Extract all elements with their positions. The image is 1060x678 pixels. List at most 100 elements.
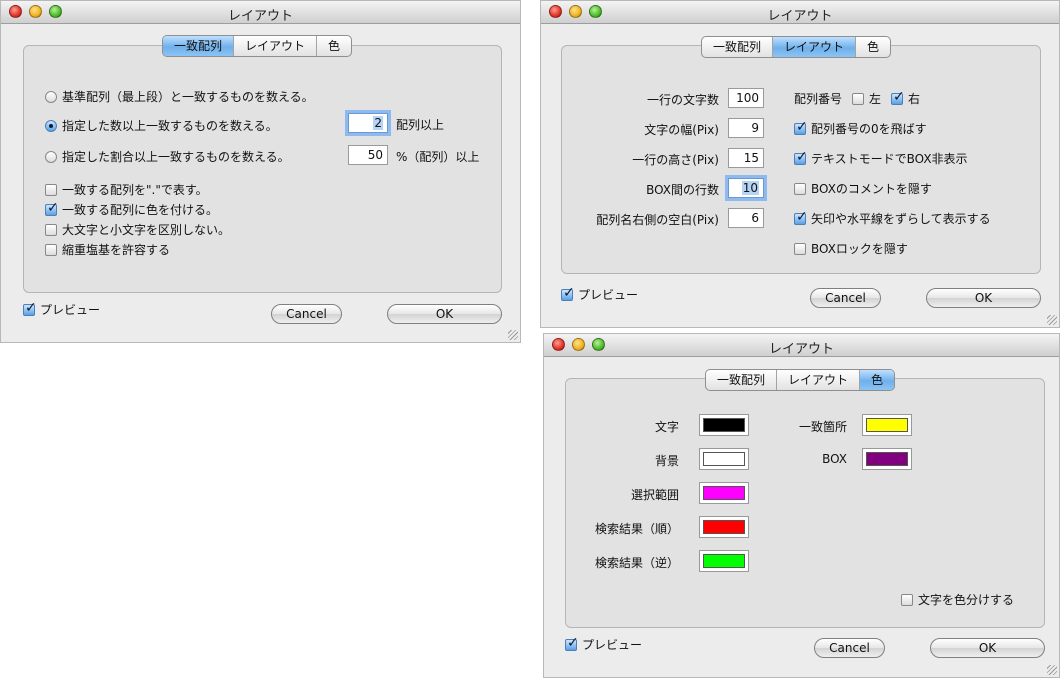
checkbox[interactable]: [794, 209, 808, 225]
checkbox-label: 大文字と小文字を区別しない。: [62, 223, 231, 237]
checkbox-hide-box-comment[interactable]: BOXのコメントを隠す: [794, 180, 932, 197]
line-height-field[interactable]: 15: [728, 148, 764, 168]
cancel-button[interactable]: Cancel: [814, 638, 885, 658]
checkbox[interactable]: [794, 182, 806, 195]
checkbox-label: テキストモードでBOX非表示: [811, 152, 968, 166]
checkbox-offset-arrows[interactable]: 矢印や水平線をずらして表示する: [794, 209, 991, 227]
box-color-label: BOX: [822, 452, 847, 466]
title-bar[interactable]: レイアウト: [541, 1, 1059, 24]
ok-button[interactable]: OK: [387, 304, 502, 324]
checkbox[interactable]: [23, 300, 37, 316]
checkbox-degenerate-bases[interactable]: 縮重塩基を許容する: [45, 241, 170, 258]
radio-button[interactable]: [45, 150, 57, 163]
preview-checkbox[interactable]: プレビュー: [23, 300, 101, 318]
radio-count-match[interactable]: 指定した数以上一致するものを数える。: [45, 117, 278, 134]
ok-button[interactable]: OK: [926, 288, 1041, 308]
seq-left-checkbox[interactable]: [852, 92, 865, 105]
checkbox[interactable]: [45, 183, 57, 196]
checkbox[interactable]: [794, 119, 808, 135]
name-padding-label: 配列名右側の空白(Pix): [596, 213, 719, 227]
radio-reference-match[interactable]: 基準配列（最上段）と一致するものを数える。: [45, 88, 314, 105]
checkbox[interactable]: [45, 243, 57, 256]
chars-per-line-label: 一行の文字数: [646, 93, 719, 107]
window-title: レイアウト: [227, 9, 293, 24]
text-color-label: 文字: [654, 420, 679, 434]
resize-grip[interactable]: [508, 330, 518, 340]
checkbox-hide-box-text[interactable]: テキストモードでBOX非表示: [794, 149, 968, 167]
seq-left-label: 左: [869, 92, 882, 106]
match-color-well[interactable]: [862, 414, 912, 436]
search-reverse-color-well[interactable]: [699, 550, 749, 572]
checkbox-color-match[interactable]: 一致する配列に色を付ける。: [45, 200, 219, 218]
checkbox[interactable]: [565, 635, 579, 651]
preview-checkbox[interactable]: プレビュー: [561, 285, 638, 303]
checkbox-dot-notation[interactable]: 一致する配列を"."で表す。: [45, 181, 208, 198]
tab-layout[interactable]: レイアウト: [234, 36, 318, 56]
tab-bar: 一致配列 レイアウト 色: [701, 36, 892, 58]
checkbox[interactable]: [45, 223, 57, 236]
preview-label: プレビュー: [582, 638, 643, 652]
title-bar[interactable]: レイアウト: [544, 334, 1059, 357]
search-forward-color-well[interactable]: [699, 516, 749, 538]
tab-layout[interactable]: レイアウト: [777, 370, 861, 390]
box-color-well[interactable]: [862, 448, 912, 470]
checkbox[interactable]: [561, 285, 575, 301]
checkbox[interactable]: [901, 593, 913, 606]
checkbox-label: 一致する配列に色を付ける。: [62, 203, 219, 217]
box-spacing-field[interactable]: 10: [728, 178, 764, 198]
percent-field[interactable]: 50: [348, 145, 388, 165]
checkbox-hide-box-lock[interactable]: BOXロックを隠す: [794, 240, 908, 257]
preview-checkbox[interactable]: プレビュー: [565, 635, 643, 653]
checkbox-color-text[interactable]: 文字を色分けする: [901, 591, 1014, 608]
char-width-label: 文字の幅(Pix): [644, 123, 719, 137]
background-color-label: 背景: [654, 454, 679, 468]
match-color-label: 一致箇所: [798, 420, 847, 434]
checkbox-ignore-case[interactable]: 大文字と小文字を区別しない。: [45, 221, 230, 238]
name-padding-field[interactable]: 6: [728, 208, 764, 228]
radio-label: 基準配列（最上段）と一致するものを数える。: [62, 90, 314, 104]
preview-label: プレビュー: [40, 303, 101, 317]
cancel-button[interactable]: Cancel: [271, 304, 342, 324]
tab-match[interactable]: 一致配列: [706, 370, 778, 390]
chars-per-line-field[interactable]: 100: [728, 88, 764, 108]
window-title: レイアウト: [767, 9, 833, 24]
title-bar[interactable]: レイアウト: [1, 1, 520, 24]
count-field[interactable]: 2: [348, 113, 388, 133]
resize-grip[interactable]: [1047, 315, 1057, 325]
checkbox[interactable]: [794, 242, 806, 255]
tab-match[interactable]: 一致配列: [163, 36, 235, 56]
line-height-label: 一行の高さ(Pix): [632, 153, 719, 167]
checkbox-label: 文字を色分けする: [918, 593, 1015, 607]
checkbox[interactable]: [794, 149, 808, 165]
tab-color[interactable]: 色: [860, 370, 895, 390]
background-color-well[interactable]: [699, 448, 749, 470]
checkbox-label: BOXのコメントを隠す: [811, 182, 932, 196]
seq-right-label: 右: [908, 92, 921, 106]
selection-color-well[interactable]: [699, 482, 749, 504]
resize-grip[interactable]: [1047, 665, 1057, 675]
color-fill: [703, 418, 745, 432]
char-width-field[interactable]: 9: [728, 118, 764, 138]
tab-color[interactable]: 色: [317, 36, 351, 56]
window-title: レイアウト: [768, 342, 834, 357]
tab-match[interactable]: 一致配列: [702, 37, 774, 57]
checkbox[interactable]: [45, 200, 59, 216]
checkbox-skip-zero[interactable]: 配列番号の0を飛ばす: [794, 119, 927, 137]
percent-suffix: %（配列）以上: [396, 150, 480, 164]
radio-button[interactable]: [45, 90, 57, 103]
radio-label: 指定した割合以上一致するものを数える。: [62, 150, 290, 164]
box-spacing-label: BOX間の行数: [646, 183, 719, 197]
cancel-button[interactable]: Cancel: [810, 288, 881, 308]
search-forward-color-label: 検索結果（順）: [594, 522, 679, 536]
color-fill: [703, 554, 745, 568]
tab-layout[interactable]: レイアウト: [773, 37, 857, 57]
radio-label: 指定した数以上一致するものを数える。: [62, 119, 278, 133]
checkbox-label: 矢印や水平線をずらして表示する: [811, 212, 991, 226]
radio-button[interactable]: [45, 119, 57, 132]
seq-right-checkbox[interactable]: [891, 89, 905, 105]
tab-color[interactable]: 色: [856, 37, 890, 57]
ok-button[interactable]: OK: [930, 638, 1045, 658]
text-color-well[interactable]: [699, 414, 749, 436]
count-suffix: 配列以上: [396, 118, 445, 132]
radio-percent-match[interactable]: 指定した割合以上一致するものを数える。: [45, 148, 290, 165]
